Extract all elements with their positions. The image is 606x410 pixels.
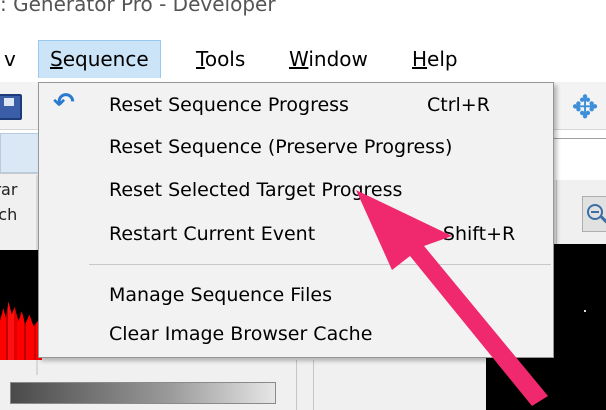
annotation-arrow-shape — [356, 190, 548, 406]
annotation-arrow — [356, 190, 548, 406]
